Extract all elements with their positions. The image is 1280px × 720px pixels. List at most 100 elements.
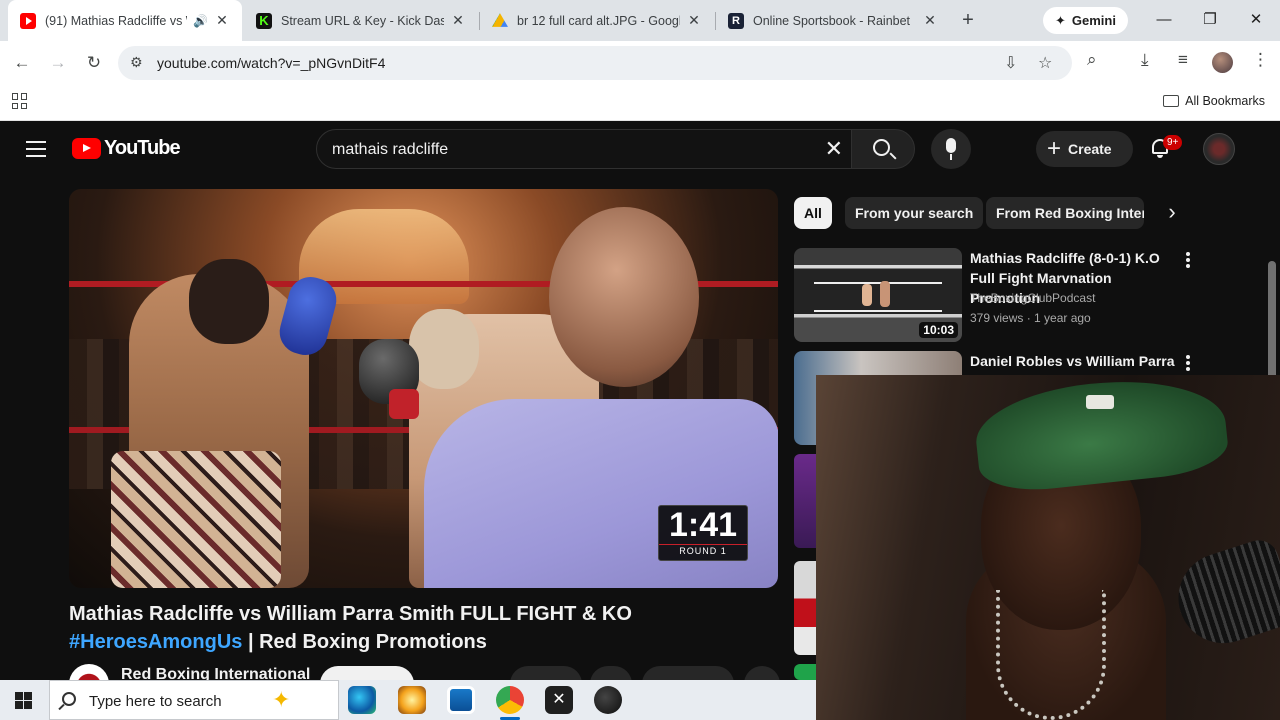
share-button[interactable]: [642, 666, 734, 680]
more-actions-button[interactable]: [744, 666, 780, 680]
close-tab-icon[interactable]: ✕: [214, 12, 230, 29]
recommendation-thumbnail[interactable]: [794, 664, 818, 680]
channel-row: Red Boxing International: [69, 664, 780, 680]
file-explorer-icon[interactable]: [398, 686, 426, 714]
subscribe-button[interactable]: [320, 666, 414, 680]
search-button[interactable]: [851, 129, 915, 169]
close-tab-icon[interactable]: ✕: [922, 12, 938, 29]
fighter-right-head: [409, 309, 479, 389]
recommendation-thumbnail[interactable]: 10:03: [794, 248, 962, 342]
edge-icon[interactable]: [348, 686, 376, 714]
all-bookmarks-button[interactable]: All Bookmarks: [1163, 94, 1265, 108]
fighter-shorts: [111, 451, 281, 588]
create-label: Create: [1068, 141, 1112, 157]
recommendation-thumbnail[interactable]: [794, 454, 818, 548]
create-button[interactable]: + Create: [1036, 131, 1133, 167]
site-info-icon[interactable]: ⚙: [130, 54, 143, 71]
tab-kick[interactable]: K Stream URL & Key - Kick Dashb ✕: [244, 0, 478, 41]
url-text[interactable]: youtube.com/watch?v=_pNGvnDitF4: [157, 55, 385, 71]
taskbar-search-placeholder: Type here to search: [89, 693, 222, 710]
recommendation-thumbnail[interactable]: [794, 561, 818, 655]
gemini-label: Gemini: [1071, 13, 1116, 28]
channel-avatar[interactable]: [69, 664, 109, 680]
address-bar[interactable]: ⚙ youtube.com/watch?v=_pNGvnDitF4 ⇩ ☆: [118, 46, 1072, 80]
menu-icon[interactable]: [26, 141, 46, 157]
channel-name[interactable]: Red Boxing International: [121, 666, 310, 680]
back-icon[interactable]: ←: [8, 49, 36, 77]
more-options-icon[interactable]: [1186, 355, 1190, 371]
tab-youtube[interactable]: (91) Mathias Radcliffe vs W 🔊 ✕: [8, 0, 242, 41]
webcam-overlay: [816, 375, 1280, 720]
more-options-icon[interactable]: [1186, 252, 1190, 268]
voice-search-button[interactable]: [931, 129, 971, 169]
clock-round: ROUND 1: [659, 544, 747, 556]
chip-from-channel[interactable]: From Red Boxing Intern: [986, 197, 1144, 229]
hashtag-link[interactable]: #HeroesAmongUs: [69, 631, 242, 653]
chrome-icon[interactable]: [496, 686, 524, 720]
close-tab-icon[interactable]: ✕: [450, 12, 466, 29]
tab-title: Stream URL & Key - Kick Dashb: [281, 13, 444, 28]
all-bookmarks-label: All Bookmarks: [1185, 94, 1265, 108]
search-icon: [873, 139, 890, 156]
obs-icon[interactable]: [594, 686, 622, 714]
tab-search-icon[interactable]: ⌕: [1087, 50, 1097, 70]
tab-rainbet[interactable]: R Online Sportsbook - Rainbet ✕: [716, 0, 950, 41]
microphone-icon: [946, 138, 956, 153]
search-box[interactable]: mathais radcliffe ✕: [316, 129, 852, 169]
profile-avatar[interactable]: [1212, 52, 1233, 73]
media-control-icon[interactable]: ≡: [1178, 50, 1188, 70]
close-tab-icon[interactable]: ✕: [686, 12, 702, 29]
chrome-menu-icon[interactable]: ⋮: [1252, 50, 1269, 70]
plus-icon: +: [1047, 135, 1062, 162]
minimize-button[interactable]: —: [1141, 0, 1187, 41]
restore-button[interactable]: ❐: [1187, 0, 1233, 41]
video-player[interactable]: 1:41 ROUND 1: [69, 189, 778, 588]
forward-icon[interactable]: →: [44, 49, 72, 77]
tab-title: br 12 full card alt.JPG - Google: [517, 13, 680, 28]
recommendation-meta: 379 views · 1 year ago: [970, 311, 1091, 325]
apps-grid-icon[interactable]: [12, 93, 28, 109]
new-tab-button[interactable]: +: [955, 8, 981, 34]
video-title-main: Mathias Radcliffe vs William Parra Smith…: [69, 603, 632, 625]
store-icon[interactable]: [447, 686, 475, 714]
bookmarks-bar: All Bookmarks: [0, 85, 1280, 121]
recommendation-channel[interactable]: TheBoxingClubPodcast: [970, 289, 1095, 307]
reload-icon[interactable]: ↻: [80, 49, 108, 77]
speaker-icon[interactable]: 🔊: [193, 14, 208, 28]
windows-taskbar: Type here to search ✦ ✕: [0, 680, 816, 720]
tab-title: Online Sportsbook - Rainbet: [753, 13, 911, 28]
gemini-button[interactable]: ✦ Gemini: [1043, 7, 1128, 34]
search-highlight-icon: ✦: [272, 687, 291, 712]
youtube-icon: [20, 12, 36, 29]
search-icon: [62, 692, 76, 706]
clear-search-icon[interactable]: ✕: [825, 136, 843, 162]
youtube-play-icon: [72, 138, 101, 159]
folder-icon: [1163, 95, 1180, 107]
gemini-sparkle-icon: ✦: [1055, 12, 1066, 28]
taskbar-search[interactable]: Type here to search ✦: [49, 680, 339, 720]
tab-google-drive[interactable]: br 12 full card alt.JPG - Google ✕: [480, 0, 714, 41]
kick-icon: K: [256, 12, 272, 29]
bookmark-star-icon[interactable]: ☆: [1038, 53, 1052, 73]
youtube-logo[interactable]: YouTube: [72, 137, 181, 160]
chevron-right-icon[interactable]: ›: [1160, 201, 1184, 225]
account-avatar[interactable]: [1203, 133, 1235, 165]
chip-from-your-search[interactable]: From your search: [845, 197, 984, 229]
download-icon[interactable]: ⤓: [1141, 50, 1149, 70]
install-app-icon[interactable]: ⇩: [1004, 53, 1017, 73]
video-title: Mathias Radcliffe vs William Parra Smith…: [69, 600, 789, 656]
notification-badge: 9+: [1163, 135, 1183, 150]
windows-start-icon[interactable]: [15, 692, 32, 709]
search-input[interactable]: mathais radcliffe: [332, 141, 448, 159]
chip-all[interactable]: All: [794, 197, 832, 229]
capcut-icon[interactable]: ✕: [545, 686, 573, 714]
clock-time: 1:41: [668, 506, 738, 544]
tab-title: (91) Mathias Radcliffe vs W: [45, 13, 188, 28]
toolbar: ← → ↻ ⚙ youtube.com/watch?v=_pNGvnDitF4 …: [0, 41, 1280, 85]
dislike-button[interactable]: [590, 666, 632, 680]
fighter-left-head: [189, 259, 269, 344]
recommendation-title[interactable]: Daniel Robles vs William Parra: [970, 351, 1180, 371]
page-scrollbar[interactable]: [1268, 261, 1276, 389]
like-button[interactable]: [510, 666, 582, 680]
close-window-button[interactable]: ✕: [1233, 0, 1279, 41]
